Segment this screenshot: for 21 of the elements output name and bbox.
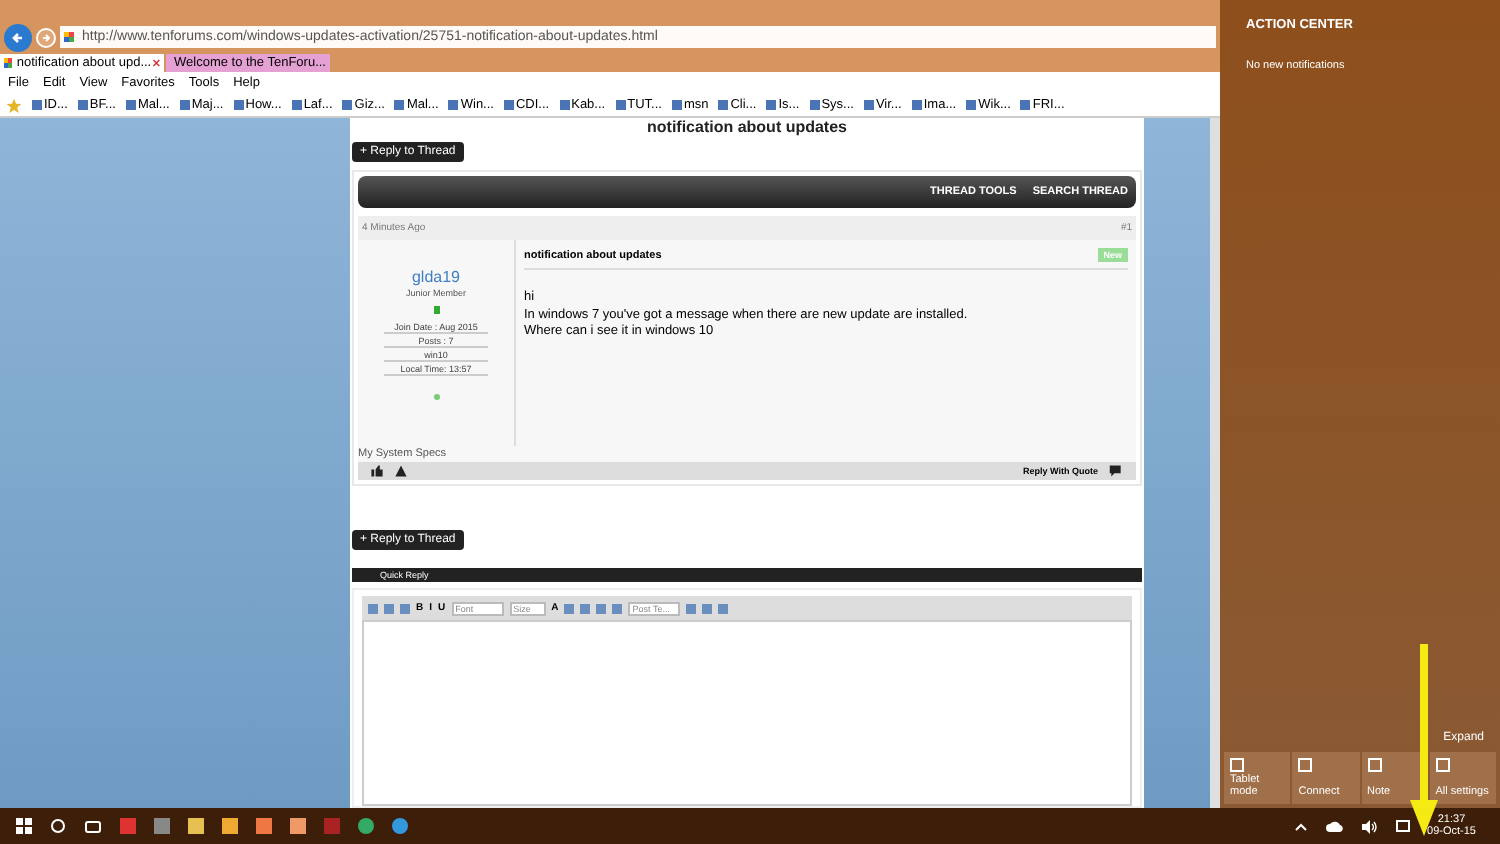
thumbs-up-icon[interactable] [370,464,384,478]
thread-title: notification about updates [645,118,849,136]
close-icon[interactable] [151,58,160,68]
multi-quote-icon[interactable] [1108,464,1124,478]
username-link[interactable]: glda19 [411,268,461,286]
start-icon[interactable] [16,818,32,834]
task-view-icon[interactable] [84,819,102,833]
browser-icon[interactable] [392,818,408,834]
caret-icon[interactable] [1293,821,1308,831]
message-input-field[interactable] [362,620,1132,806]
volume-icon[interactable] [1361,819,1378,833]
cloud-icon[interactable] [1325,820,1344,832]
online-status-icon [433,394,439,400]
forward-button[interactable] [36,27,56,47]
right-arrow-icon [40,31,52,43]
browser-icon[interactable] [358,818,374,834]
notification-icon[interactable] [1395,819,1410,833]
back-button[interactable] [4,23,32,51]
left-arrow-icon [10,29,26,45]
favorites-star-icon[interactable] [6,97,22,113]
search-icon[interactable] [50,818,66,834]
